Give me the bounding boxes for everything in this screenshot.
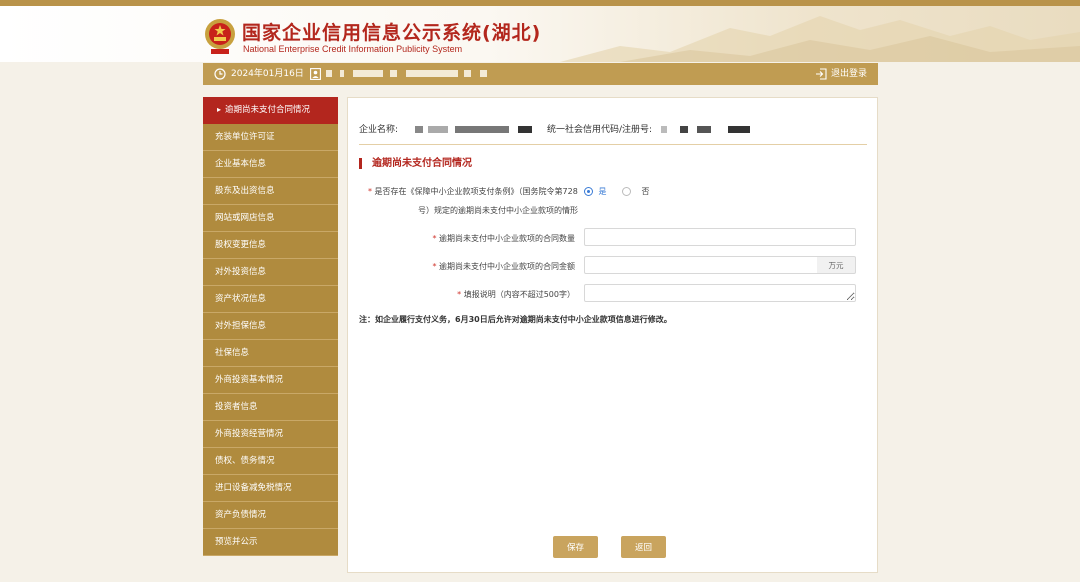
sidebar-item-assets[interactable]: 资产状况信息: [203, 286, 338, 313]
radio-no[interactable]: 否: [622, 186, 650, 197]
current-date: 2024年01月16日: [231, 69, 304, 79]
save-button[interactable]: 保存: [553, 536, 598, 558]
mountain-decoration: [560, 16, 1080, 62]
contract-count-label: * 逾期尚未支付中小企业款项的合同数量: [432, 233, 575, 244]
radio-no-circle[interactable]: [622, 187, 631, 196]
radio-no-label: 否: [641, 187, 650, 196]
sidebar-item-social-security[interactable]: 社保信息: [203, 340, 338, 367]
back-button[interactable]: 返回: [621, 536, 666, 558]
national-emblem-icon: [205, 19, 235, 54]
sidebar-item-equity-changes[interactable]: 股权变更信息: [203, 232, 338, 259]
contract-count-label-text: 逾期尚未支付中小企业款项的合同数量: [439, 234, 575, 243]
sidebar-item-debts[interactable]: 债权、债务情况: [203, 448, 338, 475]
modification-note: 注：如企业履行支付义务，6月30日后允许对逾期尚未支付中小企业款项信息进行修改。: [359, 315, 672, 324]
redacted-company-name: [517, 126, 532, 133]
remark-textarea[interactable]: [584, 284, 856, 302]
logout-label: 退出登录: [830, 69, 867, 79]
redacted-username: [464, 70, 471, 77]
sidebar-item-preview-publish[interactable]: 预览并公示: [203, 529, 338, 556]
site-title: 国家企业信用信息公示系统(湖北): [242, 22, 542, 44]
sidebar-item-investors[interactable]: 投资者信息: [203, 394, 338, 421]
radio-yes-circle[interactable]: [584, 187, 593, 196]
company-name-label: 企业名称:: [359, 125, 399, 135]
sidebar-item-websites[interactable]: 网站或网店信息: [203, 205, 338, 232]
redacted-username: [390, 70, 397, 77]
redacted-credit-code: [727, 126, 750, 133]
redacted-credit-code: [696, 126, 711, 133]
contract-amount-label: * 逾期尚未支付中小企业款项的合同金额: [432, 261, 575, 272]
contract-amount-label-text: 逾期尚未支付中小企业款项的合同金额: [439, 262, 575, 271]
redacted-username: [406, 70, 458, 77]
site-subtitle: National Enterprise Credit Information P…: [243, 44, 463, 54]
sidebar-item-guarantees[interactable]: 对外担保信息: [203, 313, 338, 340]
site-header: 国家企业信用信息公示系统(湖北) National Enterprise Cre…: [0, 6, 1080, 62]
contract-amount-input[interactable]: [584, 256, 818, 274]
contract-count-input[interactable]: [584, 228, 856, 246]
sidebar-item-investments[interactable]: 对外投资信息: [203, 259, 338, 286]
credit-code-row: 统一社会信用代码/注册号:: [547, 122, 750, 135]
redacted-credit-code: [660, 126, 667, 133]
sidebar-item-shareholders[interactable]: 股东及出资信息: [203, 178, 338, 205]
sidebar-item-import-tax[interactable]: 进口设备减免税情况: [203, 475, 338, 502]
clock-icon: [214, 68, 226, 80]
redacted-username: [353, 70, 383, 77]
main-panel: 企业名称: 统一社会信用代码/注册号: 逾期尚未支付合同情况 * 是否存在《保障…: [347, 97, 878, 573]
user-icon: [310, 68, 321, 80]
user-bar: 2024年01月16日 退出登录: [203, 63, 878, 85]
sidebar-item-basic-info[interactable]: 企业基本信息: [203, 151, 338, 178]
header-divider: [359, 144, 867, 145]
remark-label: * 填报说明（内容不超过500字）: [457, 289, 575, 300]
sidebar-item-filling-license[interactable]: 充装单位许可证: [203, 124, 338, 151]
sidebar-nav: 逾期尚未支付合同情况 充装单位许可证 企业基本信息 股东及出资信息 网站或网店信…: [203, 97, 338, 556]
remark-label-text: 填报说明（内容不超过500字）: [463, 290, 575, 299]
redacted-credit-code: [679, 126, 688, 133]
overdue-question: * 是否存在《保障中小企业款项支付条例》（国务院令第728: [368, 186, 578, 197]
sidebar-item-foreign-basic[interactable]: 外商投资基本情况: [203, 367, 338, 394]
logout-button[interactable]: 退出登录: [815, 68, 867, 80]
overdue-question-line2: 号）规定的逾期尚未支付中小企业款项的情形: [418, 206, 578, 215]
required-mark: *: [368, 187, 372, 196]
question-text-line1: 是否存在《保障中小企业款项支付条例》（国务院令第728: [374, 187, 578, 196]
redacted-company-name: [427, 126, 448, 133]
radio-yes-label: 是: [598, 187, 607, 196]
company-info-row: 企业名称: 统一社会信用代码/注册号:: [359, 122, 750, 135]
redacted-company-name: [454, 126, 509, 133]
logout-icon: [815, 68, 827, 80]
redacted-username: [480, 70, 487, 77]
sidebar-item-overdue-contracts[interactable]: 逾期尚未支付合同情况: [203, 97, 338, 124]
credit-code-label: 统一社会信用代码/注册号:: [547, 125, 653, 135]
amount-unit: 万元: [817, 256, 856, 274]
section-title: 逾期尚未支付合同情况: [359, 158, 472, 169]
redacted-username: [340, 70, 344, 77]
radio-yes[interactable]: 是: [584, 186, 607, 197]
redacted-company-name: [414, 126, 423, 133]
sidebar-item-foreign-operations[interactable]: 外商投资经营情况: [203, 421, 338, 448]
sidebar-item-liabilities[interactable]: 资产负债情况: [203, 502, 338, 529]
redacted-username: [326, 70, 332, 77]
